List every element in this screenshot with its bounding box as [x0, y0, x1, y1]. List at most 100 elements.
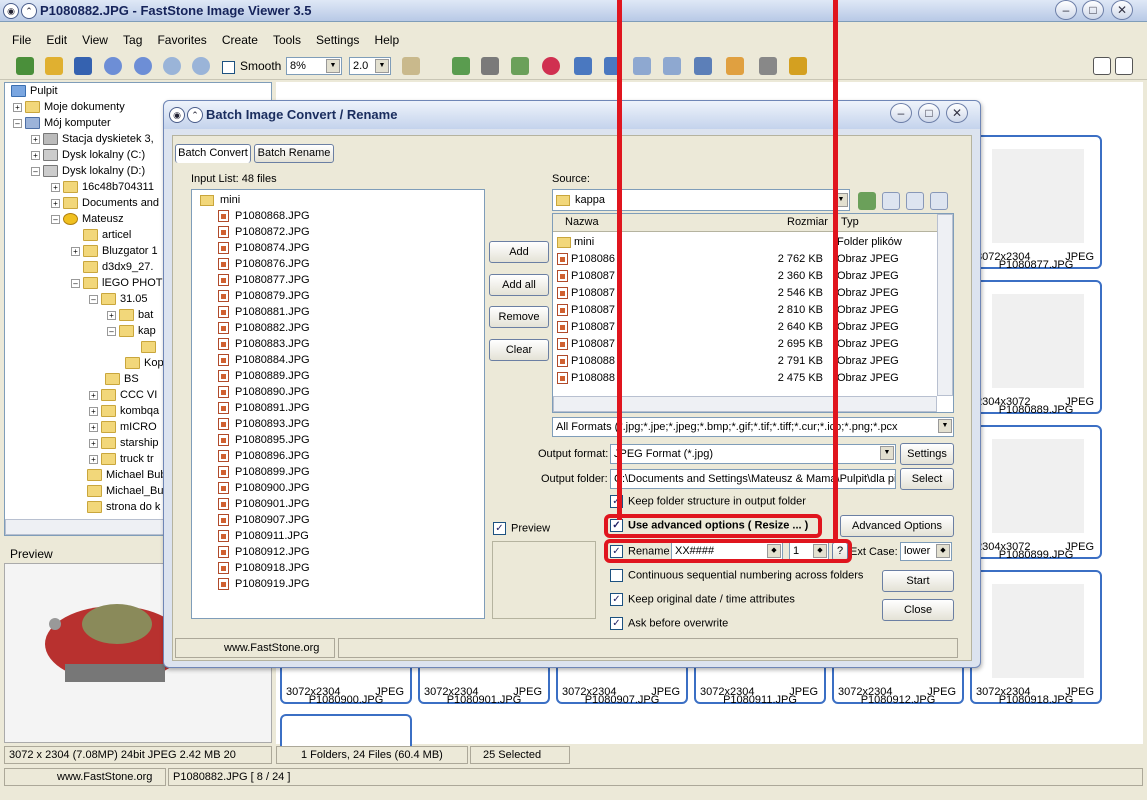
- next-icon[interactable]: [134, 57, 152, 75]
- zoom-out-icon[interactable]: [192, 57, 210, 75]
- filter-combo[interactable]: All Formats (*.jpg;*.jpe;*.jpeg;*.bmp;*.…: [552, 417, 954, 437]
- input-file-item[interactable]: P1080918.JPG: [218, 560, 310, 576]
- tree-item[interactable]: + Moje dokumenty: [13, 99, 125, 115]
- resize-icon[interactable]: [511, 57, 529, 75]
- input-file-item[interactable]: P1080896.JPG: [218, 448, 310, 464]
- ask-overwrite-checkbox[interactable]: ✓ Ask before overwrite: [610, 617, 728, 630]
- preview-checkbox[interactable]: ✓ Preview: [493, 522, 550, 535]
- tree-item[interactable]: [141, 339, 160, 355]
- source-file-row[interactable]: mini Folder plików: [553, 234, 937, 250]
- clear-button[interactable]: Clear: [489, 339, 549, 361]
- close-button[interactable]: ✕: [1111, 0, 1133, 20]
- advanced-options-button[interactable]: Advanced Options: [840, 515, 954, 537]
- settings-button[interactable]: Settings: [900, 443, 954, 465]
- thumbnail[interactable]: [280, 714, 412, 746]
- input-file-item[interactable]: P1080876.JPG: [218, 256, 310, 272]
- input-file-item[interactable]: P1080874.JPG: [218, 240, 310, 256]
- tree-item[interactable]: Kop: [125, 355, 164, 371]
- input-file-item[interactable]: P1080901.JPG: [218, 496, 310, 512]
- tree-item[interactable]: Michael_Bu: [87, 483, 163, 499]
- output-folder-input[interactable]: C:\Documents and Settings\Mateusz & Mama…: [610, 469, 896, 489]
- tree-item[interactable]: + bat: [107, 307, 153, 323]
- source-file-row[interactable]: P108087 2 695 KB Obraz JPEG: [553, 336, 937, 352]
- input-file-item[interactable]: P1080912.JPG: [218, 544, 310, 560]
- select-button[interactable]: Select: [900, 468, 954, 490]
- remove-button[interactable]: Remove: [489, 306, 549, 328]
- tree-item[interactable]: Pulpit: [11, 83, 58, 99]
- tree-item[interactable]: + Bluzgator 1: [71, 243, 158, 259]
- add-all-button[interactable]: Add all: [489, 274, 549, 296]
- fit-icon[interactable]: [452, 57, 470, 75]
- tree-item[interactable]: + Dysk lokalny (C:): [31, 147, 145, 163]
- continuous-checkbox[interactable]: Continuous sequential numbering across f…: [610, 569, 863, 582]
- ratio-combo[interactable]: 2.0 ▼: [349, 57, 391, 75]
- prev-icon[interactable]: [104, 57, 122, 75]
- input-file-item[interactable]: P1080895.JPG: [218, 432, 310, 448]
- tag-icon[interactable]: [789, 57, 807, 75]
- thumbnail[interactable]: 3072x2304 JPEG: [970, 135, 1102, 269]
- source-hscrollbar[interactable]: [553, 396, 937, 412]
- input-file-item[interactable]: P1080891.JPG: [218, 400, 310, 416]
- save-icon[interactable]: [74, 57, 92, 75]
- tree-item[interactable]: articel: [83, 227, 131, 243]
- source-file-row[interactable]: P108087 2 640 KB Obraz JPEG: [553, 319, 937, 335]
- system-menu-icon[interactable]: ◉: [3, 3, 19, 19]
- thumbnail[interactable]: 2304x3072 JPEG: [970, 280, 1102, 414]
- menu-create[interactable]: Create: [222, 33, 258, 47]
- col-name[interactable]: Nazwa: [565, 216, 599, 228]
- tree-item[interactable]: d3dx9_27.: [83, 259, 153, 275]
- input-file-item[interactable]: P1080907.JPG: [218, 512, 310, 528]
- input-file-item[interactable]: P1080881.JPG: [218, 304, 310, 320]
- source-file-row[interactable]: P108087 2 810 KB Obraz JPEG: [553, 302, 937, 318]
- input-file-item[interactable]: P1080899.JPG: [218, 464, 310, 480]
- source-file-row[interactable]: P108087 2 360 KB Obraz JPEG: [553, 268, 937, 284]
- source-file-row[interactable]: P108087 2 546 KB Obraz JPEG: [553, 285, 937, 301]
- input-file-item[interactable]: P1080872.JPG: [218, 224, 310, 240]
- keep-structure-checkbox[interactable]: ✓Keep folder structure in output folder: [610, 495, 806, 508]
- input-file-item[interactable]: P1080877.JPG: [218, 272, 310, 288]
- layout-icon[interactable]: [1093, 57, 1111, 75]
- crop-icon[interactable]: [481, 57, 499, 75]
- input-file-item[interactable]: mini: [200, 192, 240, 208]
- tree-item[interactable]: + Stacja dyskietek 3,: [31, 131, 154, 147]
- ext-case-combo[interactable]: lower ◆: [900, 542, 952, 561]
- dialog-minimize-button[interactable]: –: [890, 103, 912, 123]
- input-file-item[interactable]: P1080919.JPG: [218, 576, 310, 592]
- input-file-item[interactable]: P1080883.JPG: [218, 336, 310, 352]
- email-icon[interactable]: [726, 57, 744, 75]
- tree-item[interactable]: strona do k: [87, 499, 160, 515]
- tree-item[interactable]: – kap: [107, 323, 156, 339]
- thumbnail[interactable]: 3072x2304 JPEG: [970, 570, 1102, 704]
- thumbs-view-icon[interactable]: [930, 192, 948, 210]
- menu-tag[interactable]: Tag: [123, 33, 142, 47]
- add-button[interactable]: Add: [489, 241, 549, 263]
- dialog-maximize-button[interactable]: □: [918, 103, 940, 123]
- menu-favorites[interactable]: Favorites: [157, 33, 206, 47]
- open-icon[interactable]: [16, 57, 34, 75]
- source-combo[interactable]: kappa ▼: [552, 189, 850, 211]
- tab-batch-convert[interactable]: Batch Convert: [175, 144, 251, 163]
- folder-icon[interactable]: [45, 57, 63, 75]
- tree-item[interactable]: + mICRO: [89, 419, 157, 435]
- tree-item[interactable]: + kombqa: [89, 403, 159, 419]
- source-vscrollbar[interactable]: [937, 214, 953, 396]
- thumbnail[interactable]: 2304x3072 JPEG: [970, 425, 1102, 559]
- tree-item[interactable]: + starship: [89, 435, 159, 451]
- details-view-icon[interactable]: [906, 192, 924, 210]
- hand-icon[interactable]: [402, 57, 420, 75]
- tree-item[interactable]: –31.05: [89, 291, 148, 307]
- dialog-close-button[interactable]: ✕: [946, 103, 968, 123]
- menu-settings[interactable]: Settings: [316, 33, 359, 47]
- menu-view[interactable]: View: [82, 33, 108, 47]
- print-icon[interactable]: [759, 57, 777, 75]
- input-file-item[interactable]: P1080879.JPG: [218, 288, 310, 304]
- input-file-item[interactable]: P1080868.JPG: [218, 208, 310, 224]
- slideshow-icon[interactable]: [694, 57, 712, 75]
- zoom-combo[interactable]: 8% ▼: [286, 57, 342, 75]
- tree-item[interactable]: – Mateusz: [51, 211, 124, 227]
- dialog-collapse-icon[interactable]: ⌃: [187, 107, 203, 123]
- input-file-item[interactable]: P1080911.JPG: [218, 528, 309, 544]
- dialog-system-icon[interactable]: ◉: [169, 107, 185, 123]
- input-file-item[interactable]: P1080889.JPG: [218, 368, 310, 384]
- tree-item[interactable]: + Documents and: [51, 195, 159, 211]
